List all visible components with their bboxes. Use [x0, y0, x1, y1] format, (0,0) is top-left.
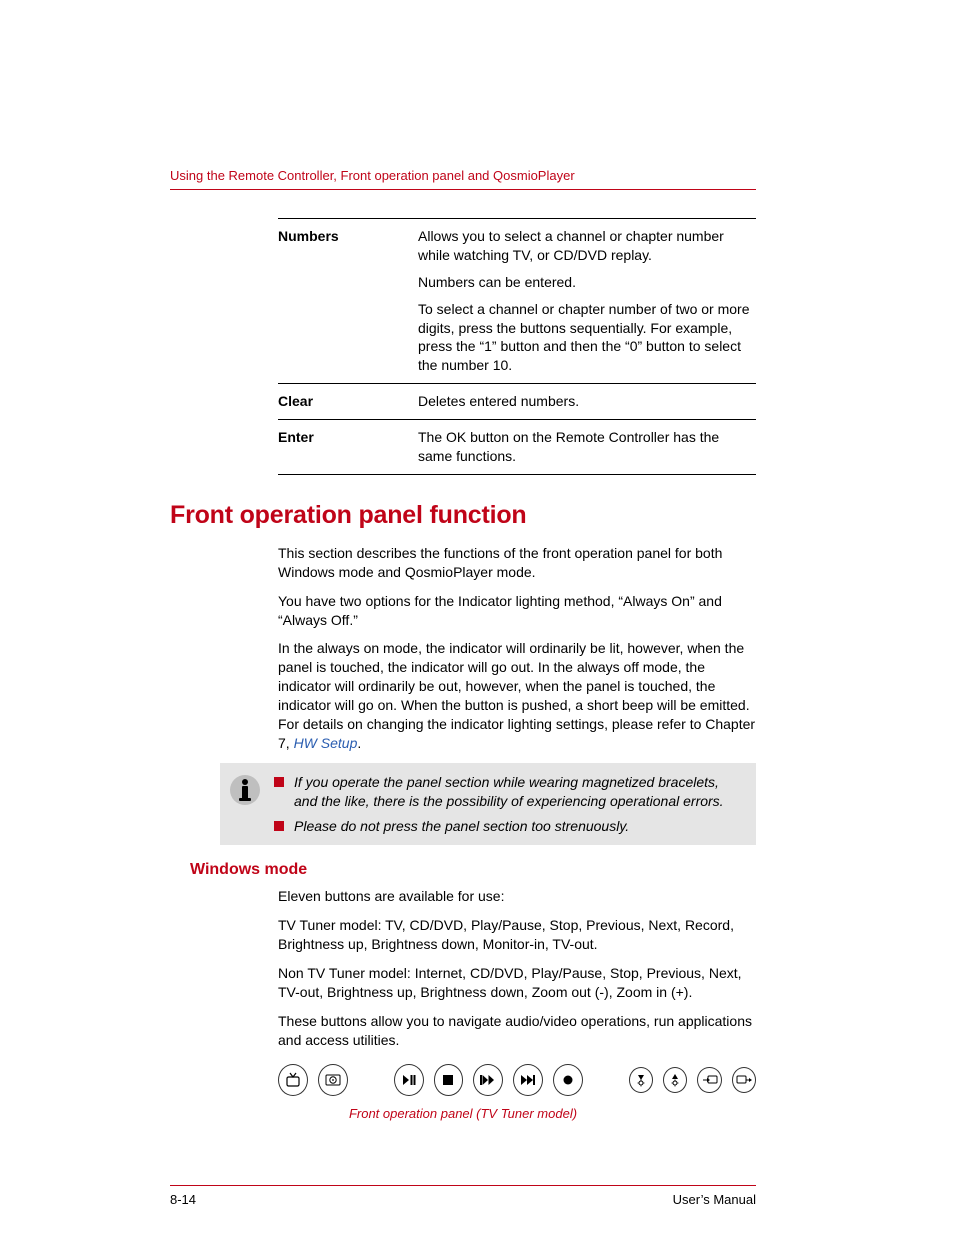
tv-out-icon — [732, 1067, 756, 1093]
manual-page: Using the Remote Controller, Front opera… — [0, 0, 954, 1235]
header-rule — [170, 189, 756, 190]
definition-paragraph: The OK button on the Remote Controller h… — [418, 428, 756, 466]
note-item: If you operate the panel section while w… — [274, 773, 744, 811]
hw-setup-link[interactable]: HW Setup — [294, 735, 358, 751]
definition-paragraph: Numbers can be entered. — [418, 273, 756, 292]
info-icon — [228, 773, 262, 807]
next-icon — [513, 1064, 543, 1096]
tv-icon — [278, 1064, 308, 1096]
section-heading: Front operation panel function — [170, 501, 756, 530]
note-box: If you operate the panel section while w… — [220, 763, 756, 846]
cd-dvd-icon — [318, 1064, 348, 1096]
definitions-table: Numbers Allows you to select a channel o… — [278, 218, 756, 475]
note-item: Please do not press the panel section to… — [274, 817, 744, 836]
table-row: Clear Deletes entered numbers. — [278, 383, 756, 419]
table-row: Numbers Allows you to select a channel o… — [278, 218, 756, 383]
definition-body: The OK button on the Remote Controller h… — [418, 428, 756, 466]
previous-icon — [473, 1064, 503, 1096]
definition-paragraph: Deletes entered numbers. — [418, 392, 756, 411]
definition-body: Deletes entered numbers. — [418, 392, 756, 411]
body-paragraph: These buttons allow you to navigate audi… — [278, 1012, 756, 1050]
play-pause-icon — [394, 1064, 424, 1096]
manual-label: User’s Manual — [673, 1192, 756, 1207]
term-numbers: Numbers — [278, 227, 388, 375]
brightness-up-icon — [663, 1067, 687, 1093]
definition-paragraph: Allows you to select a channel or chapte… — [418, 227, 756, 265]
running-head: Using the Remote Controller, Front opera… — [170, 168, 756, 183]
body-paragraph: You have two options for the Indicator l… — [278, 592, 756, 630]
term-clear: Clear — [278, 392, 388, 411]
body-paragraph: This section describes the functions of … — [278, 544, 756, 582]
page-footer: 8-14 User’s Manual — [170, 1185, 756, 1207]
body-paragraph: Non TV Tuner model: Internet, CD/DVD, Pl… — [278, 964, 756, 1002]
footer-rule — [170, 1185, 756, 1186]
definition-paragraph: To select a channel or chapter number of… — [418, 300, 756, 376]
section-body: This section describes the functions of … — [278, 544, 756, 753]
body-paragraph: Eleven buttons are available for use: — [278, 887, 756, 906]
definition-body: Allows you to select a channel or chapte… — [418, 227, 756, 375]
front-operation-panel — [278, 1064, 756, 1096]
table-row: Enter The OK button on the Remote Contro… — [278, 419, 756, 475]
record-icon — [553, 1064, 583, 1096]
subsection-body: Eleven buttons are available for use: TV… — [278, 887, 756, 1049]
term-enter: Enter — [278, 428, 388, 466]
subsection-heading: Windows mode — [190, 861, 756, 879]
brightness-down-icon — [629, 1067, 653, 1093]
stop-icon — [434, 1064, 464, 1096]
page-number: 8-14 — [170, 1192, 196, 1207]
body-text: . — [357, 735, 361, 751]
body-paragraph: TV Tuner model: TV, CD/DVD, Play/Pause, … — [278, 916, 756, 954]
monitor-in-icon — [697, 1067, 721, 1093]
body-paragraph: In the always on mode, the indicator wil… — [278, 639, 756, 752]
figure-caption: Front operation panel (TV Tuner model) — [170, 1106, 756, 1121]
